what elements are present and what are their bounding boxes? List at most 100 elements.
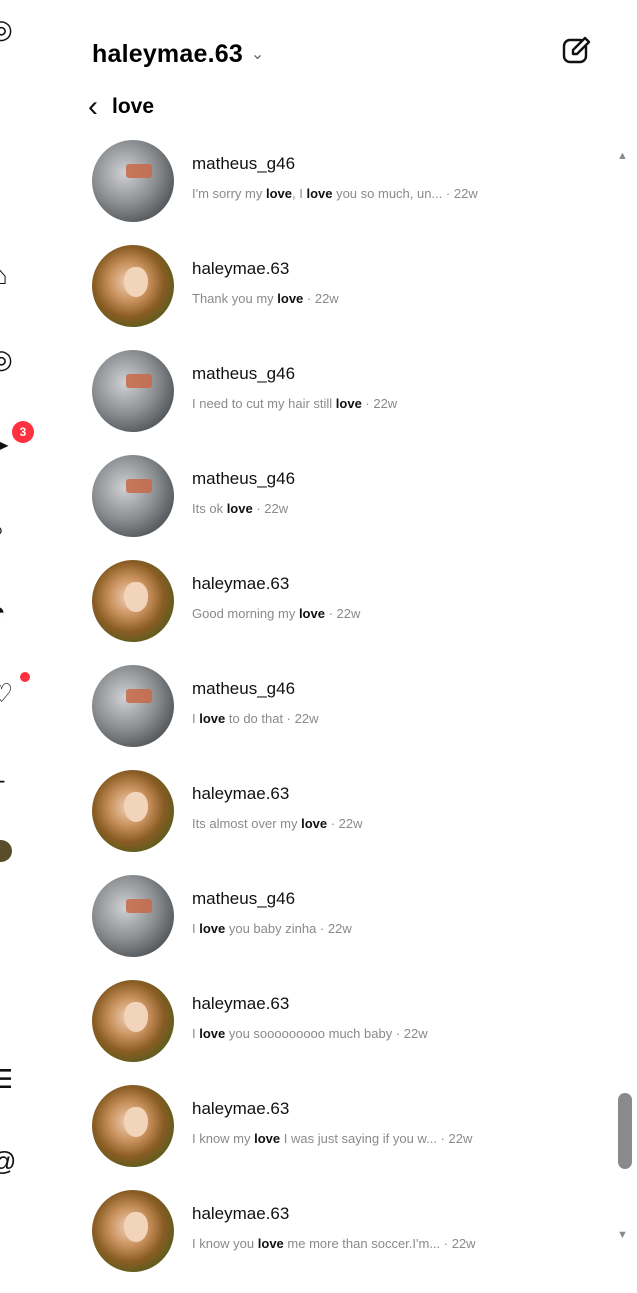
search-result-row[interactable]: haleymae.63 I know you love me more than … bbox=[92, 1188, 602, 1293]
avatar bbox=[92, 455, 174, 537]
search-result-row[interactable]: matheus_g46 I need to cut my hair still l… bbox=[92, 348, 602, 453]
result-message-preview: I love you sooooooooo much baby · 22w bbox=[192, 1026, 428, 1041]
search-result-row[interactable]: haleymae.63 Good morning my love · 22w bbox=[92, 558, 602, 663]
result-message-preview: I need to cut my hair still love · 22w bbox=[192, 396, 397, 411]
result-username: matheus_g46 bbox=[192, 889, 296, 908]
result-username: matheus_g46 bbox=[192, 364, 296, 383]
avatar bbox=[92, 1190, 174, 1272]
result-message-preview: I know my love I was just saying if you … bbox=[192, 1131, 472, 1146]
message-text: Good morning my bbox=[192, 606, 299, 621]
result-message-preview: Thank you my love · 22w bbox=[192, 291, 339, 306]
result-message-preview: I'm sorry my love, I love you so much, u… bbox=[192, 186, 478, 201]
message-text: you baby zinha · 22w bbox=[225, 921, 352, 936]
messages-icon[interactable]: ➤ bbox=[0, 432, 10, 458]
result-username: haleymae.63 bbox=[192, 784, 290, 803]
result-message-preview: I love you baby zinha · 22w bbox=[192, 921, 352, 936]
avatar bbox=[92, 665, 174, 747]
result-username: haleymae.63 bbox=[192, 574, 290, 593]
message-text: you sooooooooo much baby · 22w bbox=[225, 1026, 428, 1041]
message-text: I was just saying if you w... · 22w bbox=[280, 1131, 473, 1146]
message-text: · 22w bbox=[252, 501, 289, 516]
avatar bbox=[92, 875, 174, 957]
search-header: ‹ love bbox=[88, 90, 154, 124]
search-result-row[interactable]: haleymae.63 Thank you my love · 22w bbox=[92, 243, 602, 348]
message-text: · 22w bbox=[324, 606, 361, 621]
highlighted-keyword: love bbox=[254, 1131, 281, 1146]
scroll-down-arrow[interactable]: ▼ bbox=[617, 1229, 628, 1241]
avatar bbox=[92, 1085, 174, 1167]
account-switcher[interactable]: haleymae.63 ⌄ bbox=[92, 36, 264, 72]
chevron-left-icon[interactable]: ‹ bbox=[88, 92, 98, 122]
instagram-logo-icon[interactable]: ◎ bbox=[0, 16, 13, 42]
highlighted-keyword: love bbox=[265, 186, 292, 201]
result-message-preview: Good morning my love · 22w bbox=[192, 606, 360, 621]
chevron-down-icon: ⌄ bbox=[250, 46, 265, 63]
message-text: I'm sorry my bbox=[192, 186, 266, 201]
message-text: Its almost over my bbox=[192, 816, 302, 831]
search-query: love bbox=[112, 95, 155, 118]
result-username: haleymae.63 bbox=[192, 1204, 290, 1223]
result-username: haleymae.63 bbox=[192, 1099, 290, 1118]
search-result-row[interactable]: haleymae.63 I know my love I was just say… bbox=[92, 1083, 602, 1188]
reels-icon[interactable]: ◎ bbox=[0, 346, 13, 372]
compose-icon[interactable] bbox=[560, 34, 594, 68]
result-username: matheus_g46 bbox=[192, 469, 296, 488]
menu-icon[interactable]: ☰ bbox=[0, 1066, 13, 1092]
search-result-row[interactable]: matheus_g46 Its ok love · 22w bbox=[92, 453, 602, 558]
result-message-preview: I love to do that · 22w bbox=[192, 711, 318, 726]
avatar bbox=[92, 980, 174, 1062]
avatar bbox=[92, 770, 174, 852]
notifications-icon[interactable]: ♡ bbox=[0, 680, 13, 706]
message-text: to do that · 22w bbox=[225, 711, 319, 726]
message-text: I know my bbox=[192, 1131, 255, 1146]
search-result-row[interactable]: matheus_g46 I'm sorry my love, I love you… bbox=[92, 138, 602, 243]
account-username: haleymae.63 bbox=[92, 39, 243, 68]
result-message-preview: Its ok love · 22w bbox=[192, 501, 288, 516]
result-username: haleymae.63 bbox=[192, 994, 290, 1013]
explore-icon[interactable]: ◔ bbox=[0, 598, 6, 624]
create-icon[interactable]: – bbox=[0, 766, 4, 792]
home-icon[interactable]: ⌂ bbox=[0, 262, 8, 288]
scroll-up-arrow[interactable]: ▲ bbox=[617, 150, 628, 162]
message-text: Its ok bbox=[192, 501, 227, 516]
highlighted-keyword: love bbox=[306, 186, 333, 201]
search-result-row[interactable]: matheus_g46 I love to do that · 22w bbox=[92, 663, 602, 768]
profile-avatar[interactable] bbox=[0, 840, 12, 862]
search-result-row[interactable]: haleymae.63 I love you sooooooooo much ba… bbox=[92, 978, 602, 1083]
avatar bbox=[92, 245, 174, 327]
message-text: I need to cut my hair still bbox=[192, 396, 336, 411]
message-text: you so much, un... · 22w bbox=[332, 186, 478, 201]
highlighted-keyword: love bbox=[301, 816, 328, 831]
result-username: haleymae.63 bbox=[192, 259, 290, 278]
message-text: I know you bbox=[192, 1236, 258, 1251]
highlighted-keyword: love bbox=[335, 396, 362, 411]
notifications-dot bbox=[20, 672, 30, 682]
result-username: matheus_g46 bbox=[192, 679, 296, 698]
avatar bbox=[92, 560, 174, 642]
highlighted-keyword: love bbox=[277, 291, 304, 306]
highlighted-keyword: love bbox=[298, 606, 325, 621]
search-icon[interactable]: ⌕ bbox=[0, 516, 5, 542]
message-text: · 22w bbox=[303, 291, 339, 306]
search-result-row[interactable]: matheus_g46 I love you baby zinha · 22w bbox=[92, 873, 602, 978]
highlighted-keyword: love bbox=[199, 1026, 226, 1041]
highlighted-keyword: love bbox=[199, 711, 226, 726]
message-text: · 22w bbox=[327, 816, 363, 831]
avatar bbox=[92, 140, 174, 222]
messages-badge: 3 bbox=[12, 421, 34, 443]
avatar bbox=[92, 350, 174, 432]
message-text: · 22w bbox=[361, 396, 398, 411]
highlighted-keyword: love bbox=[226, 501, 253, 516]
result-message-preview: I know you love me more than soccer.I'm.… bbox=[192, 1236, 476, 1251]
result-message-preview: Its almost over my love · 22w bbox=[192, 816, 363, 831]
highlighted-keyword: love bbox=[257, 1236, 284, 1251]
threads-icon[interactable]: @ bbox=[0, 1148, 16, 1174]
message-text: me more than soccer.I'm... · 22w bbox=[283, 1236, 476, 1251]
left-nav-rail: ◎ ⌂ ◎ ➤ 3 ⌕ ◔ ♡ – ☰ @ bbox=[0, 0, 40, 1259]
highlighted-keyword: love bbox=[199, 921, 226, 936]
message-text: , I bbox=[292, 186, 307, 201]
result-username: matheus_g46 bbox=[192, 154, 296, 173]
scrollbar-thumb[interactable] bbox=[618, 1093, 632, 1169]
search-result-row[interactable]: haleymae.63 Its almost over my love · 22w bbox=[92, 768, 602, 873]
message-text: Thank you my bbox=[192, 291, 278, 306]
